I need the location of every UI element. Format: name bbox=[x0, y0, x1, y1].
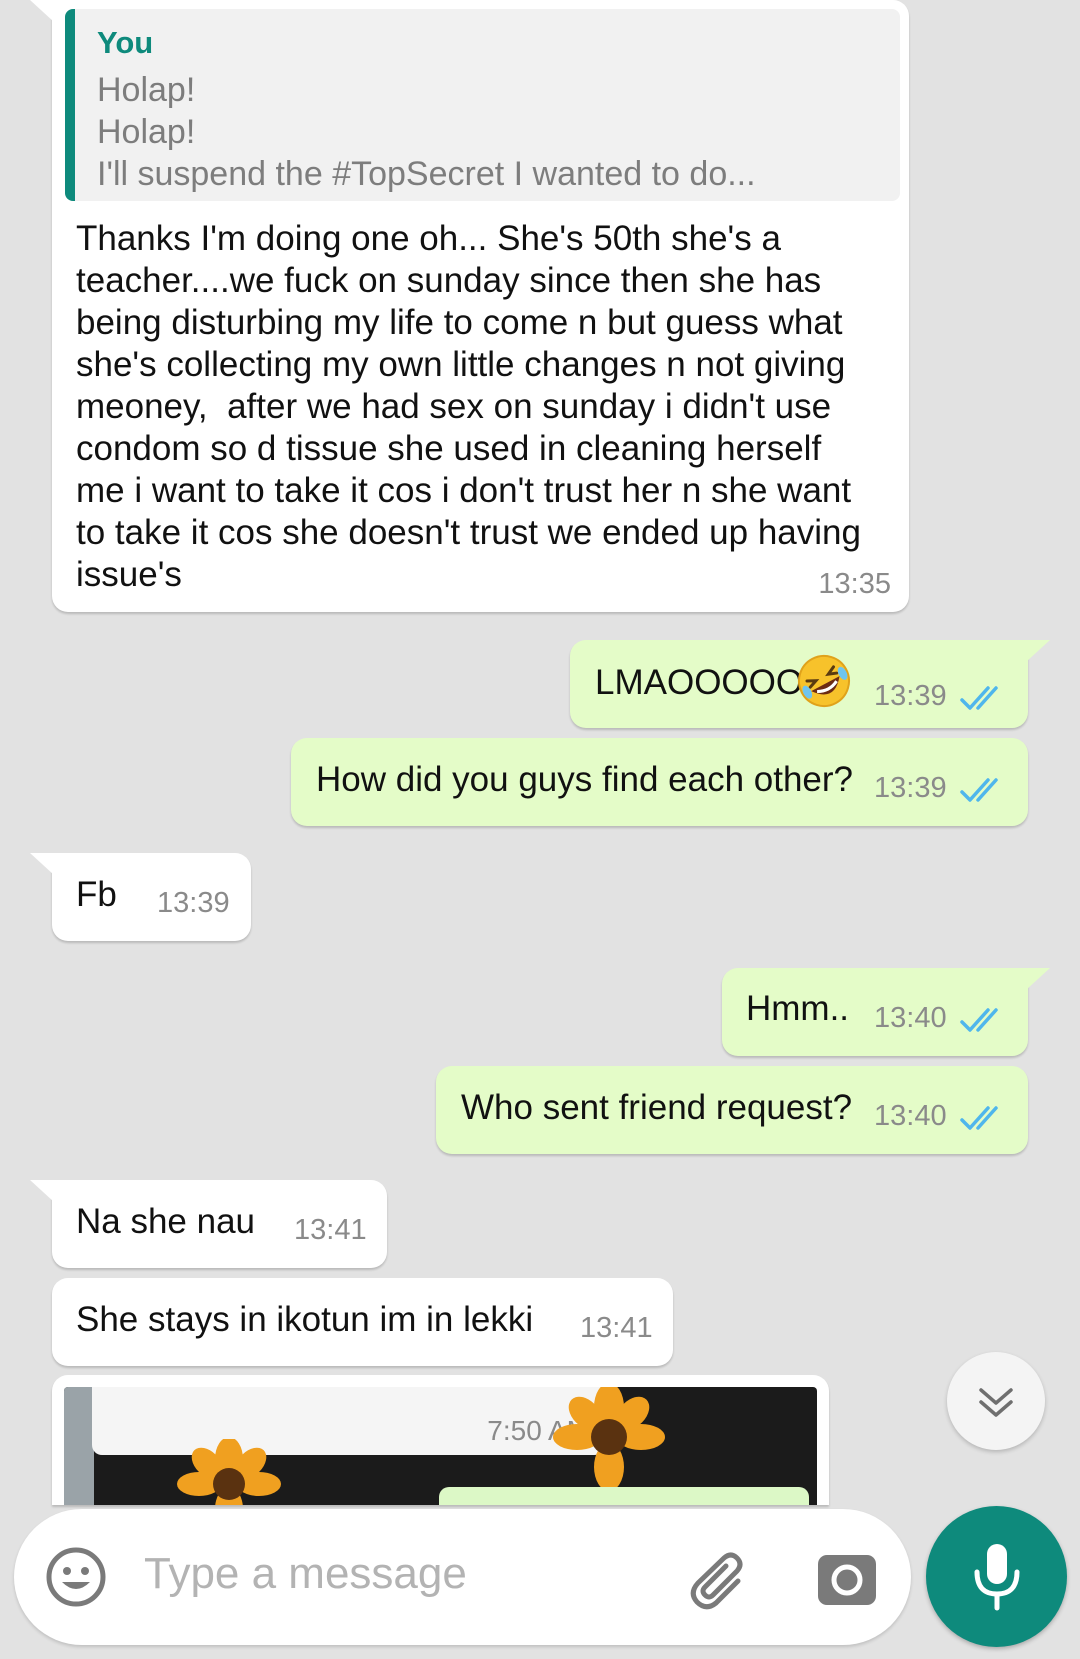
sunflower-icon bbox=[177, 1439, 281, 1505]
outgoing-message[interactable]: Hmm.. 13:40 bbox=[722, 968, 1050, 1056]
camera-icon[interactable] bbox=[816, 1551, 878, 1607]
outgoing-message[interactable]: Who sent friend request? 13:40 bbox=[436, 1066, 1028, 1154]
chevron-double-down-icon bbox=[979, 1388, 1013, 1417]
double-check-icon bbox=[960, 778, 998, 802]
quote-line: I'll suspend the #TopSecret I wanted to … bbox=[97, 155, 756, 193]
message-time: 13:40 bbox=[874, 1100, 947, 1132]
incoming-message[interactable]: Na she nau 13:41 bbox=[30, 1180, 387, 1268]
image-inner-green-bubble bbox=[439, 1487, 809, 1505]
paperclip-icon[interactable] bbox=[686, 1551, 750, 1611]
image-edge-decoration bbox=[64, 1387, 94, 1505]
incoming-message-with-quote[interactable]: You Holap! Holap! I'll suspend the #TopS… bbox=[30, 0, 909, 612]
message-input[interactable]: Type a message bbox=[144, 1549, 467, 1599]
message-text: Who sent friend request? bbox=[461, 1088, 853, 1127]
message-time: 13:41 bbox=[294, 1214, 367, 1246]
double-check-icon bbox=[960, 1106, 998, 1130]
image-thumbnail[interactable]: 7:50 AM bbox=[64, 1387, 817, 1505]
rolling-on-floor-laughing-emoji bbox=[798, 655, 850, 707]
mic-icon bbox=[974, 1544, 1020, 1611]
double-check-icon bbox=[960, 1008, 998, 1032]
incoming-message[interactable]: Fb 13:39 bbox=[30, 853, 251, 941]
message-text: Fb bbox=[76, 875, 117, 914]
message-text: Na she nau bbox=[76, 1202, 256, 1241]
message-time: 13:39 bbox=[874, 772, 947, 804]
outgoing-message[interactable]: How did you guys find each other? 13:39 bbox=[291, 738, 1028, 826]
message-text: LMAOOOOO bbox=[595, 663, 804, 702]
scroll-to-bottom-button[interactable] bbox=[947, 1352, 1045, 1450]
message-time: 13:41 bbox=[580, 1312, 653, 1344]
quoted-message[interactable]: You Holap! Holap! I'll suspend the #TopS… bbox=[65, 9, 900, 201]
message-text: How did you guys find each other? bbox=[316, 760, 853, 799]
message-text: She stays in ikotun im in lekki bbox=[76, 1300, 534, 1339]
outgoing-message[interactable]: LMAOOOOO 13:39 bbox=[570, 640, 1050, 728]
message-text: Hmm.. bbox=[746, 989, 850, 1028]
quote-line: Holap! bbox=[97, 71, 196, 109]
emoji-icon[interactable] bbox=[44, 1545, 108, 1609]
message-time: 13:40 bbox=[874, 1002, 947, 1034]
sunflower-icon bbox=[553, 1387, 665, 1487]
quote-author: You bbox=[97, 25, 154, 60]
quote-line: Holap! bbox=[97, 113, 196, 151]
message-time: 13:39 bbox=[874, 680, 947, 712]
incoming-message[interactable]: She stays in ikotun im in lekki 13:41 bbox=[52, 1278, 673, 1366]
message-text: Thanks I'm doing one oh... She's 50th sh… bbox=[76, 219, 861, 594]
voice-record-button[interactable] bbox=[926, 1506, 1067, 1647]
incoming-image-message[interactable]: 7:50 AM bbox=[52, 1375, 829, 1505]
image-inner-bubble: 7:50 AM bbox=[92, 1387, 604, 1455]
message-time: 13:39 bbox=[157, 887, 230, 919]
message-composer: Type a message bbox=[14, 1509, 911, 1645]
double-check-icon bbox=[960, 686, 998, 710]
message-time: 13:35 bbox=[818, 568, 891, 600]
